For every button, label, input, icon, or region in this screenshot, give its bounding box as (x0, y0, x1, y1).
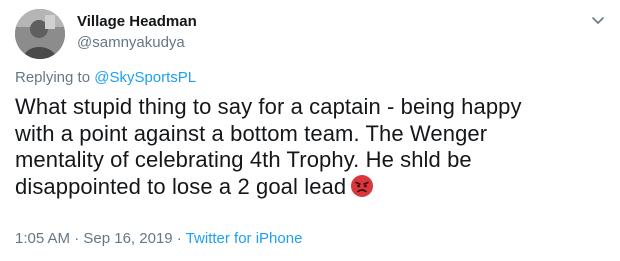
tweet-date[interactable]: Sep 16, 2019 (83, 230, 172, 247)
tweet-meta: 1:05 AM · Sep 16, 2019 · Twitter for iPh… (15, 229, 302, 248)
meta-separator: · (70, 230, 84, 247)
reply-mention-link[interactable]: @SkySportsPL (94, 69, 196, 86)
tweet-card: Village Headman @samnyakudya Replying to… (0, 0, 620, 261)
user-handle[interactable]: @samnyakudya (77, 33, 185, 52)
tweet-text-line-last: disappointed to lose a 2 goal lead (15, 174, 615, 201)
display-name[interactable]: Village Headman (77, 12, 197, 31)
tweet-source-link[interactable]: Twitter for iPhone (186, 230, 303, 247)
tweet-text-last-segment: disappointed to lose a 2 goal lead (15, 173, 347, 199)
replying-to: Replying to @SkySportsPL (15, 68, 196, 87)
replying-to-label: Replying to (15, 69, 95, 86)
tweet-text-line: What stupid thing to say for a captain -… (15, 94, 522, 119)
avatar-image (15, 9, 65, 59)
angry-face-icon (350, 174, 374, 198)
chevron-down-icon[interactable] (590, 12, 606, 28)
tweet-time[interactable]: 1:05 AM (15, 230, 70, 247)
tweet-text-line: with a point against a bottom team. The … (15, 120, 488, 146)
tweet-text-line: mentality of celebrating 4th Trophy. He … (15, 147, 472, 172)
tweet-text: What stupid thing to say for a captain -… (15, 94, 615, 200)
user-avatar[interactable] (15, 9, 65, 59)
meta-separator: · (172, 230, 186, 247)
